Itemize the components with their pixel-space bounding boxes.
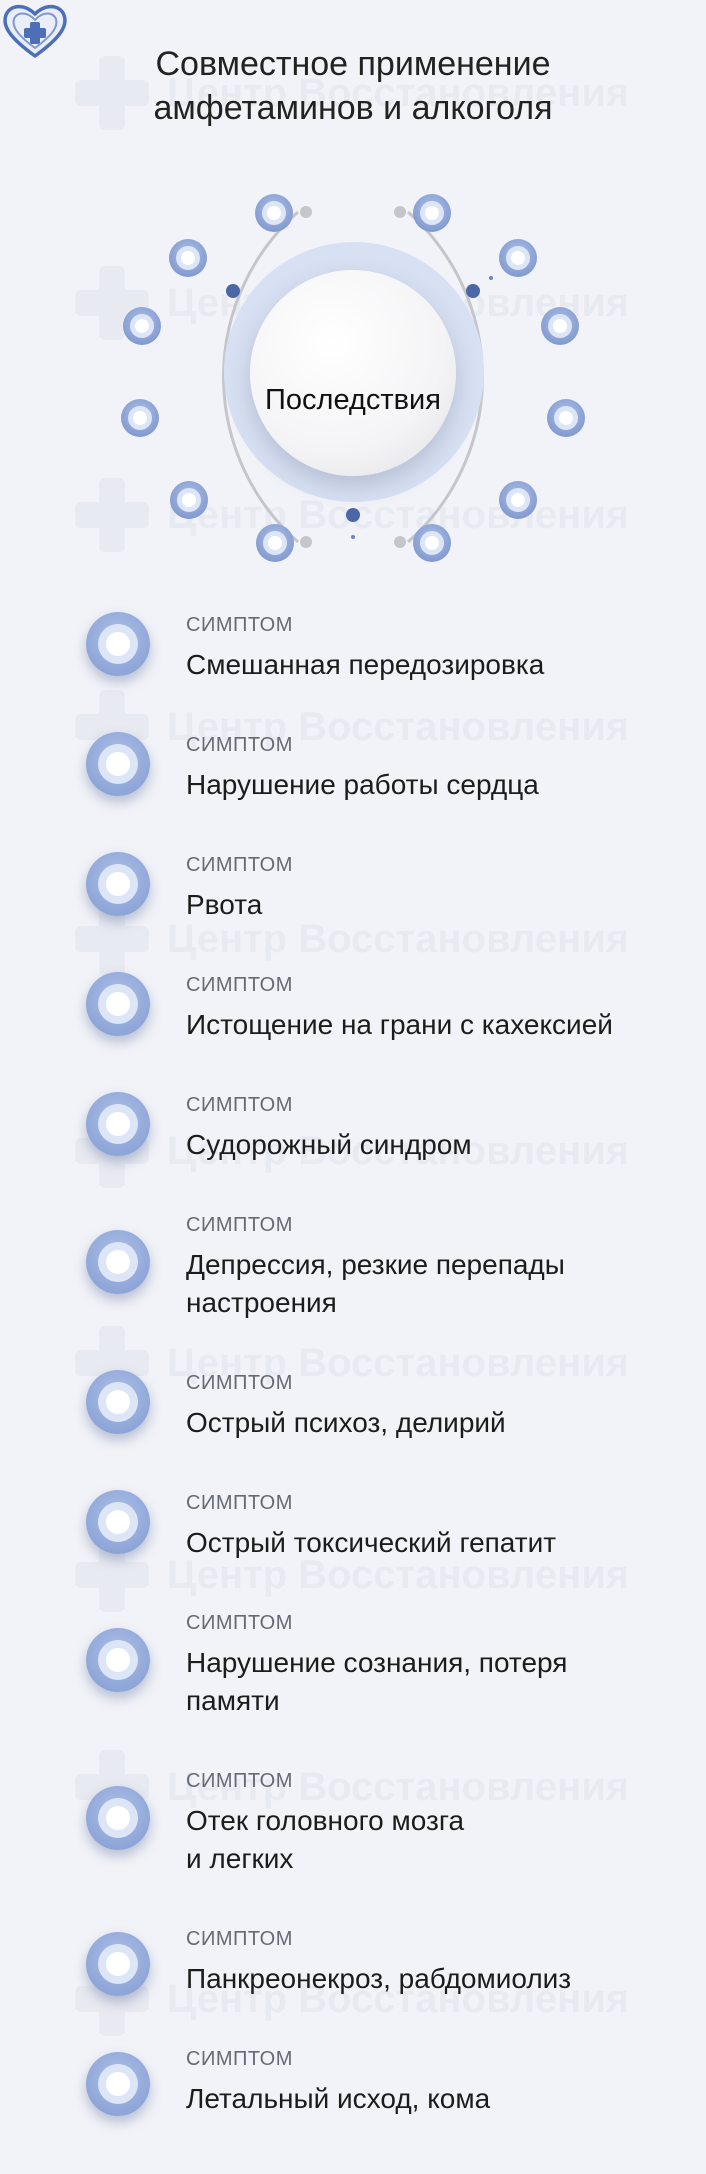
ring-node bbox=[169, 239, 207, 277]
bullet-icon bbox=[86, 972, 150, 1036]
item-tag: СИМПТОМ bbox=[186, 1928, 293, 1950]
item-tag: СИМПТОМ bbox=[186, 1612, 293, 1634]
bullet-icon bbox=[86, 1786, 150, 1850]
item-tag: СИМПТОМ bbox=[186, 974, 293, 996]
item-tag: СИМПТОМ bbox=[186, 1770, 293, 1792]
infographic: Центр Восстановления Центр Восстановлени… bbox=[0, 0, 706, 2174]
item-text: Нарушение работы сердца bbox=[186, 769, 539, 800]
bullet-icon bbox=[86, 1628, 150, 1692]
ring-node bbox=[413, 524, 451, 562]
consequences-diagram: Последствия bbox=[0, 0, 706, 600]
item-text: Смешанная передозировка bbox=[186, 649, 545, 680]
ring-node bbox=[547, 399, 585, 437]
ring-node bbox=[121, 399, 159, 437]
bullet-icon bbox=[86, 612, 150, 676]
bullet-icon bbox=[86, 1092, 150, 1156]
item-tag: СИМПТОМ bbox=[186, 614, 293, 636]
item-tag: СИМПТОМ bbox=[186, 2048, 293, 2070]
center-disc bbox=[250, 270, 456, 476]
item-text: Летальный исход, кома bbox=[186, 2083, 491, 2114]
item-text: Острый токсический гепатит bbox=[186, 1527, 557, 1558]
watermark: Центр Восстановления bbox=[75, 1318, 675, 1408]
ring-node bbox=[256, 524, 294, 562]
bullet-icon bbox=[86, 1932, 150, 1996]
item-text: памяти bbox=[186, 1685, 280, 1716]
item-tag: СИМПТОМ bbox=[186, 1094, 293, 1116]
item-text: Судорожный синдром bbox=[186, 1129, 472, 1160]
item-text: Панкреонекроз, рабдомиолиз bbox=[186, 1963, 572, 1994]
watermark: Центр Восстановления bbox=[75, 894, 675, 984]
ring-node bbox=[499, 239, 537, 277]
item-text: настроения bbox=[186, 1287, 337, 1318]
ring-node bbox=[413, 194, 451, 232]
ring-node bbox=[123, 307, 161, 345]
item-text: Нарушение сознания, потеря bbox=[186, 1647, 568, 1678]
item-text: Отек головного мозга bbox=[186, 1805, 465, 1836]
ring-node bbox=[541, 307, 579, 345]
center-label: Последствия bbox=[265, 384, 441, 416]
bullet-icon bbox=[86, 1370, 150, 1434]
item-text: Депрессия, резкие перепады bbox=[186, 1249, 565, 1280]
item-tag: СИМПТОМ bbox=[186, 1372, 293, 1394]
item-tag: СИМПТОМ bbox=[186, 1214, 293, 1236]
ring-node bbox=[170, 481, 208, 519]
ring-node bbox=[255, 194, 293, 232]
bullet-icon bbox=[86, 1230, 150, 1294]
item-tag: СИМПТОМ bbox=[186, 1492, 293, 1514]
item-text: и легких bbox=[186, 1843, 294, 1874]
item-tag: СИМПТОМ bbox=[186, 734, 293, 756]
item-tag: СИМПТОМ bbox=[186, 854, 293, 876]
watermark: Центр Восстановления bbox=[75, 682, 675, 772]
item-text: Острый психоз, делирий bbox=[186, 1407, 506, 1438]
bullet-icon bbox=[86, 2052, 150, 2116]
bullet-icon bbox=[86, 852, 150, 916]
item-text: Рвота bbox=[186, 889, 263, 920]
item-text: Истощение на грани с кахексией bbox=[186, 1009, 613, 1040]
heart-cross-icon bbox=[3, 4, 67, 58]
ring-node bbox=[499, 481, 537, 519]
bullet-icon bbox=[86, 732, 150, 796]
bullet-icon bbox=[86, 1490, 150, 1554]
